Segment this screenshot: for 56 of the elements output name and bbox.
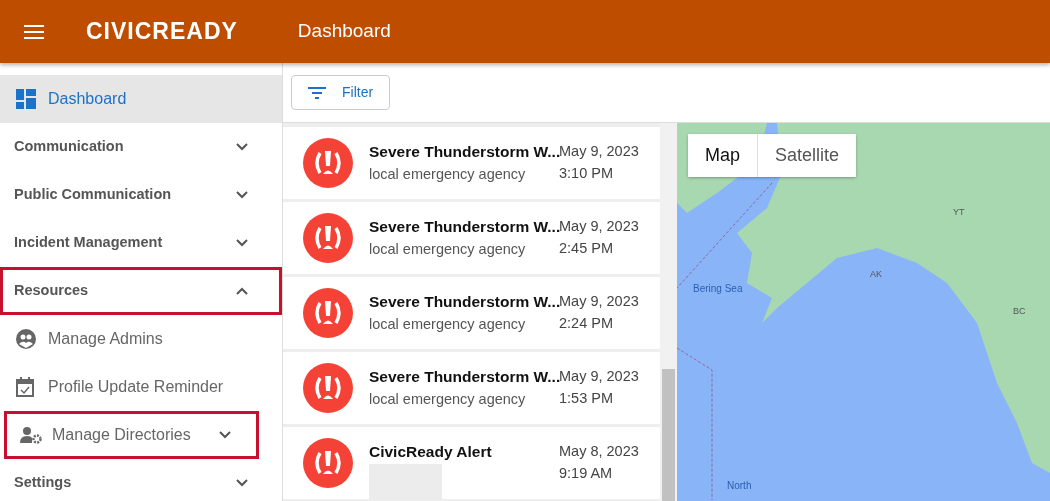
sidebar-item[interactable]: Dashboard xyxy=(0,75,282,124)
alert-date: May 9, 2023 xyxy=(559,217,639,237)
alert-time: 1:53 PM xyxy=(559,388,614,408)
map-label: Bering Sea xyxy=(693,281,743,296)
person-gear-icon xyxy=(20,426,42,445)
sidebar-item[interactable]: Resources xyxy=(0,267,282,316)
alert-source: local emergency agency xyxy=(369,314,527,334)
map-label: BC xyxy=(1013,304,1026,318)
people-icon xyxy=(16,329,36,350)
alert-date: May 9, 2023 xyxy=(559,142,639,162)
filter-button[interactable]: Filter xyxy=(291,75,391,111)
chevron-up-icon xyxy=(236,287,248,296)
alert-icon xyxy=(303,212,353,263)
sidebar-item[interactable]: Manage Admins xyxy=(0,315,282,364)
menu-icon[interactable] xyxy=(24,24,44,39)
alert-source: local emergency agency xyxy=(369,164,527,184)
map-type-tab[interactable]: Map xyxy=(688,133,757,177)
alert-title: Severe Thunderstorm W... xyxy=(369,292,559,313)
chevron-down-icon xyxy=(236,191,248,200)
chevron-down-icon xyxy=(236,143,248,152)
map-label: North xyxy=(727,478,752,493)
sidebar-item[interactable]: Manage Directories xyxy=(4,411,259,460)
alert-source: local emergency agency xyxy=(369,389,527,409)
alert-time: 9:19 AM xyxy=(559,463,614,483)
alert-time: 2:24 PM xyxy=(559,313,614,333)
alert-source: local emergency agency xyxy=(369,239,527,259)
chevron-down-icon xyxy=(236,239,248,248)
alert-date: May 9, 2023 xyxy=(559,292,639,312)
calendar-icon xyxy=(16,377,34,398)
logo: CIVICREADY xyxy=(86,17,238,47)
chevron-down-icon xyxy=(236,479,248,488)
alert-title: Severe Thunderstorm W... xyxy=(369,367,559,388)
sidebar-item[interactable]: Public Communication xyxy=(0,171,282,220)
filter-icon xyxy=(308,86,326,99)
alert-icon xyxy=(303,437,353,488)
alert-time: 3:10 PM xyxy=(559,163,614,183)
alert-icon xyxy=(303,287,353,338)
sidebar-item[interactable]: Communication xyxy=(0,123,282,172)
alert-date: May 8, 2023 xyxy=(559,442,639,462)
scrollbar[interactable] xyxy=(660,122,677,501)
sidebar-item[interactable]: Incident Management xyxy=(0,219,282,268)
alert-title: Severe Thunderstorm W... xyxy=(369,217,559,238)
alert-date: May 9, 2023 xyxy=(559,367,639,387)
sidebar-item[interactable]: Settings xyxy=(0,459,282,501)
map-label: YT xyxy=(953,205,965,219)
page-title: Dashboard xyxy=(297,19,391,44)
map-type-tab[interactable]: Satellite xyxy=(757,133,857,177)
alert-icon xyxy=(303,362,353,413)
alert-title: CivicReady Alert xyxy=(369,442,493,463)
dashboard-icon xyxy=(16,89,36,110)
map-label: AK xyxy=(870,267,882,281)
chevron-down-icon xyxy=(219,431,231,440)
alert-time: 2:45 PM xyxy=(559,238,614,258)
alert-icon xyxy=(303,137,353,188)
sidebar-item[interactable]: Profile Update Reminder xyxy=(0,363,282,412)
alert-title: Severe Thunderstorm W... xyxy=(369,142,559,163)
